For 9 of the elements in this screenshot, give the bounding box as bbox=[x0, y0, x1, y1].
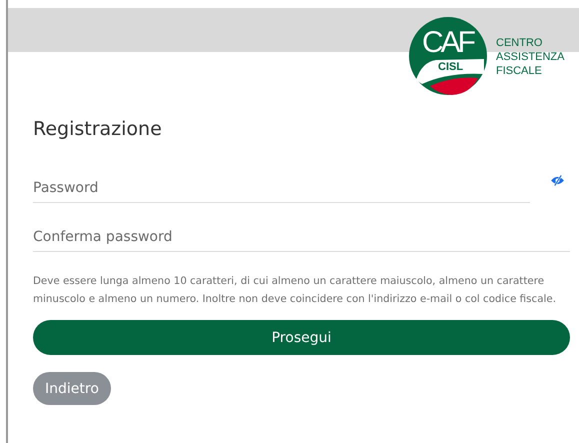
password-hint: Deve essere lunga almeno 10 caratteri, di cui almeno un carattere maiuscolo, almeno un carattere minuscolo e almeno un numero. Inoltre non deve coincidere con l'indirizzo e-mail o col codice fiscale. bbox=[33, 274, 557, 307]
eye-slash-icon[interactable] bbox=[550, 175, 565, 186]
logo-mark: CAF bbox=[422, 28, 473, 58]
logo-submark: CISL bbox=[438, 62, 464, 73]
logo-text: CENTRO bbox=[496, 36, 544, 50]
continue-button[interactable]: Prosegui bbox=[33, 320, 570, 355]
page-title: Registrazione bbox=[33, 118, 162, 140]
logo-text: ASSISTENZA bbox=[496, 50, 564, 64]
logo-text: FISCALE bbox=[496, 64, 543, 78]
